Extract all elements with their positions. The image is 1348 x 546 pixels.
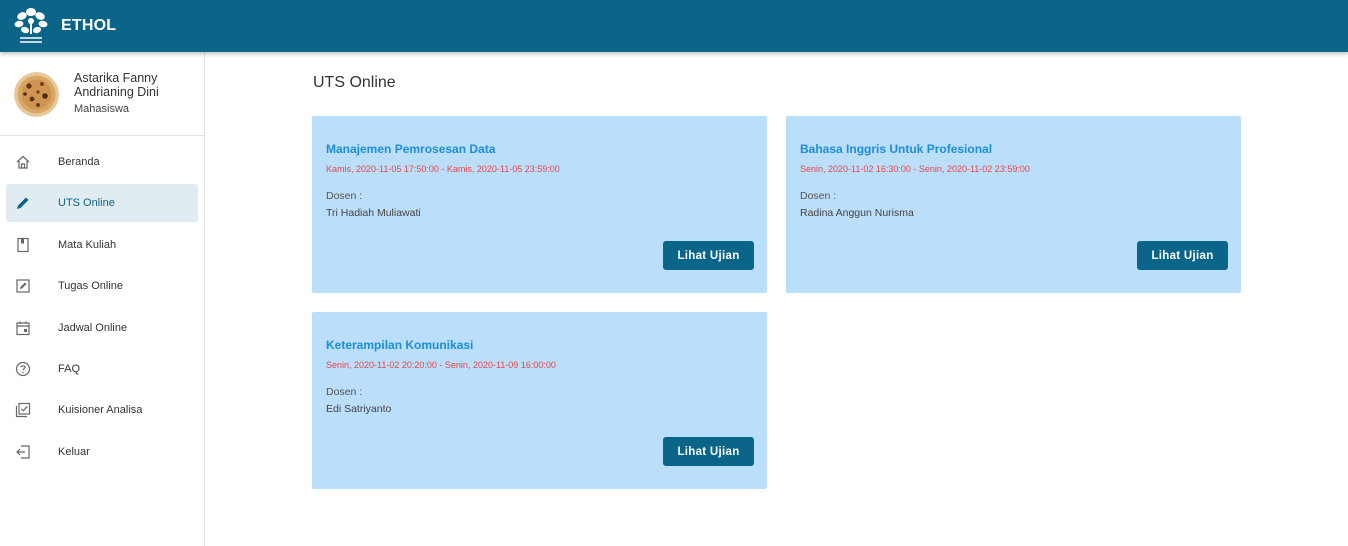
- course-title: Keterampilan Komunikasi: [326, 338, 474, 352]
- exam-schedule: Senin, 2020-11-02 16:30:00 - Senin, 2020…: [800, 164, 1030, 174]
- exam-card: Bahasa Inggris Untuk Profesional Senin, …: [786, 116, 1241, 293]
- calendar-icon: [16, 321, 30, 335]
- edit-square-icon: [16, 279, 30, 293]
- lecturer-label: Dosen :: [326, 190, 363, 202]
- user-role: Mahasiswa: [74, 103, 130, 115]
- top-app-bar: ETHOL: [0, 0, 1348, 52]
- view-exam-button[interactable]: Lihat Ujian: [663, 437, 754, 466]
- sidebar-item-faq[interactable]: FAQ: [6, 350, 198, 388]
- home-icon: [16, 155, 30, 169]
- cookie-avatar-icon: [14, 72, 59, 117]
- sidebar-item-kuisioner-analisa[interactable]: Kuisioner Analisa: [6, 391, 198, 429]
- lecturer-label: Dosen :: [800, 190, 837, 202]
- lecturer-name: Edi Satriyanto: [326, 403, 392, 415]
- view-exam-button[interactable]: Lihat Ujian: [1137, 241, 1228, 270]
- lecturer-label: Dosen :: [326, 386, 363, 398]
- sidebar-item-label: Tugas Online: [58, 280, 124, 293]
- sidebar-item-mata-kuliah[interactable]: Mata Kuliah: [6, 226, 198, 264]
- course-title: Manajemen Pemrosesan Data: [326, 142, 496, 156]
- user-profile: Astarika Fanny Andrianing Dini Mahasiswa: [0, 52, 204, 136]
- sidebar-item-label: Kuisioner Analisa: [58, 404, 143, 417]
- sidebar-item-tugas-online[interactable]: Tugas Online: [6, 267, 198, 305]
- exam-schedule: Kamis, 2020-11-05 17:50:00 - Kamis, 2020…: [326, 164, 560, 174]
- sidebar-item-jadwal-online[interactable]: Jadwal Online: [6, 309, 198, 347]
- exam-card: Manajemen Pemrosesan Data Kamis, 2020-11…: [312, 116, 767, 293]
- sidebar-item-label: UTS Online: [58, 197, 115, 210]
- sidebar-item-label: Beranda: [58, 156, 100, 168]
- user-name: Astarika Fanny Andrianing Dini: [74, 71, 159, 99]
- view-exam-button[interactable]: Lihat Ujian: [663, 241, 754, 270]
- sidebar-nav: Beranda UTS Online Mata Kuliah Tugas Onl…: [0, 143, 205, 474]
- page-title: UTS Online: [313, 74, 396, 91]
- logout-icon: [16, 445, 30, 459]
- book-icon: [17, 237, 29, 252]
- exam-schedule: Senin, 2020-11-02 20:20:00 - Senin, 2020…: [326, 360, 556, 370]
- pencil-icon: [17, 197, 29, 210]
- app-title: ETHOL: [61, 17, 117, 34]
- course-title: Bahasa Inggris Untuk Profesional: [800, 142, 993, 156]
- checklist-icon: [15, 403, 31, 418]
- lecturer-name: Tri Hadiah Muliawati: [326, 207, 421, 219]
- pens-logo-icon[interactable]: [12, 6, 50, 46]
- sidebar-item-label: Keluar: [58, 445, 90, 458]
- sidebar-item-uts-online[interactable]: UTS Online: [6, 184, 198, 223]
- help-circle-icon: [15, 361, 31, 377]
- sidebar-item-label: Jadwal Online: [58, 321, 128, 334]
- sidebar-item-label: Mata Kuliah: [58, 238, 117, 251]
- sidebar-item-keluar[interactable]: Keluar: [6, 433, 198, 471]
- sidebar-item-label: FAQ: [58, 362, 81, 375]
- exam-card: Keterampilan Komunikasi Senin, 2020-11-0…: [312, 312, 767, 489]
- sidebar-item-beranda[interactable]: Beranda: [6, 143, 198, 181]
- sidebar: Astarika Fanny Andrianing Dini Mahasiswa…: [0, 52, 205, 546]
- lecturer-name: Radina Anggun Nurisma: [800, 207, 914, 219]
- avatar[interactable]: [14, 72, 59, 117]
